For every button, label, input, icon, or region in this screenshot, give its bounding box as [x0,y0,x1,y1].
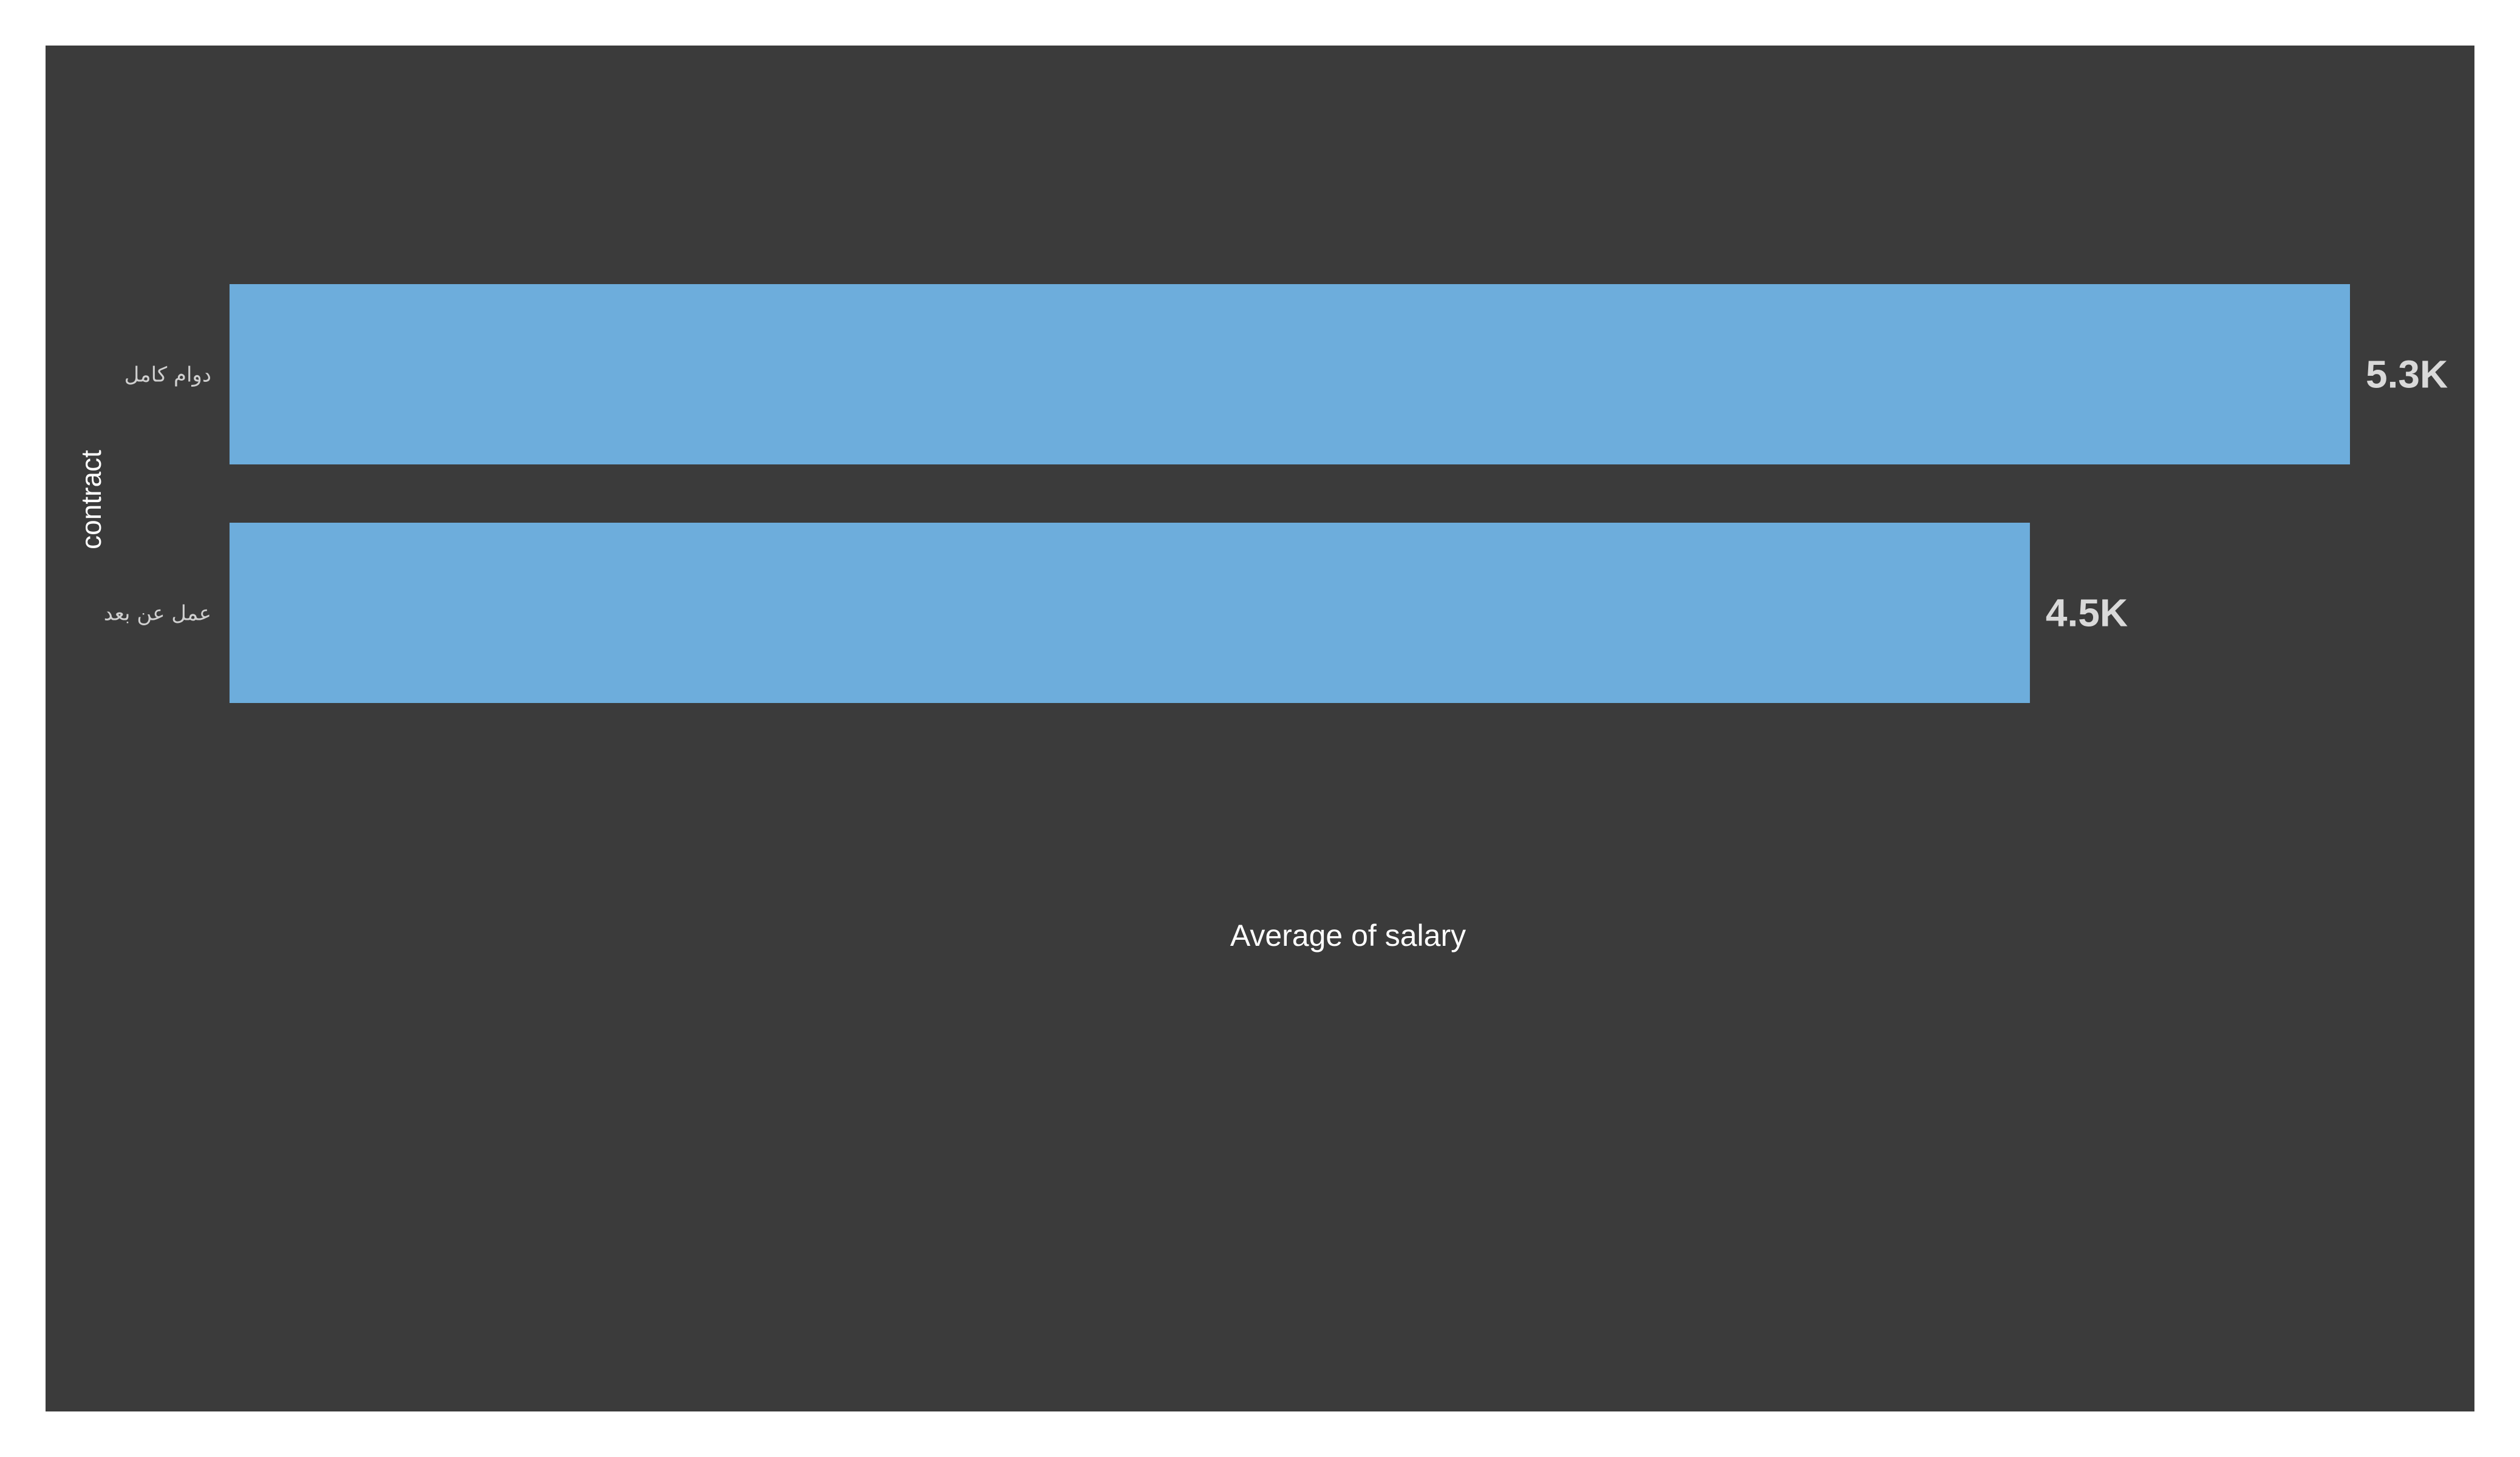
chart-panel: دوام كامل 5.3K عمل عن بعد 4.5K contract Ave… [46,46,2474,1411]
bar-2 [230,523,2030,703]
bar-1 [230,284,2350,464]
data-label-2: 4.5K [2046,591,2128,635]
category-label-1: دوام كامل [124,363,211,387]
data-label-1: 5.3K [2366,353,2448,396]
bar-chart: دوام كامل 5.3K عمل عن بعد 4.5K contract Ave… [75,284,2448,953]
bars-layer [230,284,2350,703]
y-axis-title: contract [75,450,107,549]
category-label-2: عمل عن بعد [104,602,211,626]
x-axis-title: Average of salary [1230,919,1466,953]
